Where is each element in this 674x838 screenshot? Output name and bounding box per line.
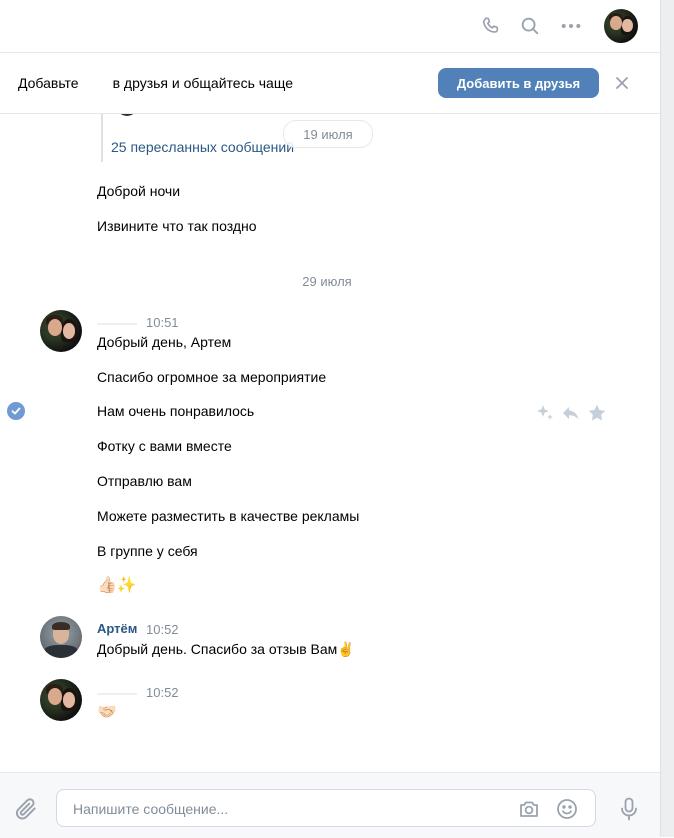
sender-avatar[interactable] (40, 679, 82, 721)
phone-icon[interactable] (479, 14, 503, 38)
message-text: Спасибо огромное за мероприятие (97, 369, 327, 385)
more-icon[interactable] (559, 14, 583, 38)
reply-icon[interactable] (561, 403, 581, 428)
banner-text-start: Добавьте (18, 75, 79, 91)
message-text: Доброй ночи (97, 183, 181, 199)
floating-date-pill: 19 июля (283, 120, 373, 148)
emoji-message: 🤝🏻 (97, 704, 117, 721)
message-time[interactable]: 10:51 (146, 315, 179, 330)
forward-line (101, 114, 103, 162)
message-composer (0, 772, 660, 838)
message-text: Добрый день. Спасибо за отзыв Вам✌️ (97, 641, 355, 657)
message-actions (535, 403, 607, 428)
banner-text-end: в друзья и общайтесь чаще (112, 75, 293, 91)
author-avatar[interactable] (40, 616, 82, 658)
search-icon[interactable] (518, 14, 542, 38)
window-edge (660, 0, 674, 837)
message-text: Фотку с вами вместе (97, 438, 232, 454)
message-text: Отправлю вам (97, 473, 192, 489)
add-friend-button[interactable]: Добавить в друзья (438, 68, 599, 98)
attach-icon[interactable] (13, 796, 39, 822)
sparkle-icon[interactable] (535, 403, 555, 428)
message-time[interactable]: 10:52 (146, 622, 179, 637)
user-avatar[interactable] (604, 9, 638, 43)
sender-name[interactable] (97, 693, 137, 695)
camera-icon[interactable] (517, 797, 541, 821)
emoji-message: 👍🏻✨ (97, 577, 137, 594)
banner-text: Добавьте в друзья и общайтесь чаще (18, 75, 293, 91)
message-input[interactable] (71, 790, 505, 828)
author-name[interactable]: Артём (97, 621, 137, 636)
message-time[interactable]: 10:52 (146, 685, 179, 700)
close-icon[interactable] (612, 73, 632, 93)
smile-icon[interactable] (555, 797, 579, 821)
message-text: В группе у себя (97, 543, 198, 559)
forwarded-avatar (114, 114, 140, 116)
message-text: Нам очень понравилось (97, 403, 255, 419)
message-text: Извините что так поздно (97, 218, 257, 234)
message-text: Можете разместить в качестве рекламы (97, 508, 360, 524)
sender-avatar[interactable] (40, 310, 82, 352)
microphone-icon[interactable] (617, 796, 641, 822)
chat-header (0, 0, 660, 53)
date-separator: 29 июля (302, 274, 352, 289)
forwarded-messages-link[interactable]: 25 пересланных сообщений (111, 139, 294, 155)
add-friend-banner: Добавьте в друзья и общайтесь чаще Добави… (0, 53, 660, 114)
message-feed: 25 пересланных сообщений 19 июля Доброй … (0, 114, 660, 772)
star-icon[interactable] (587, 403, 607, 428)
message-input-wrap (56, 789, 596, 828)
sender-name[interactable] (97, 323, 137, 325)
selected-check-icon[interactable] (7, 402, 25, 420)
message-text: Добрый день, Артем (97, 334, 232, 350)
